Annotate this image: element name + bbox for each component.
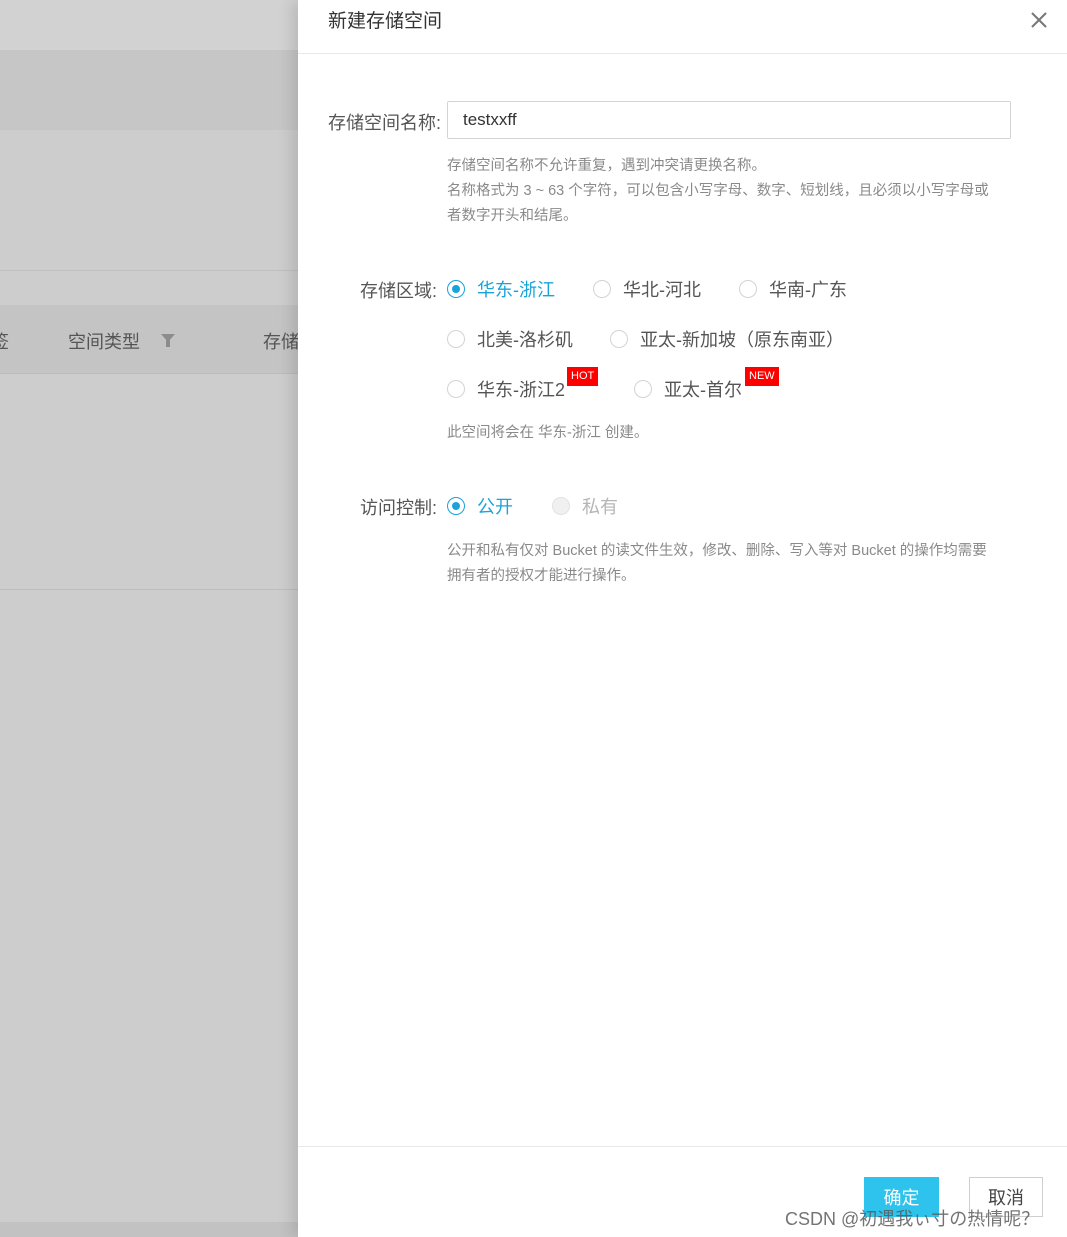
radio-unchecked-icon [634,380,652,398]
region-option-label: 华南-广东 [769,280,847,300]
region-label: 存储区域: [360,281,438,301]
bucket-name-hint-1: 存储空间名称不允许重复，遇到冲突请更换名称。 [447,158,766,174]
access-control-label: 访问控制: [360,498,438,518]
access-option-label: 私有 [582,497,618,517]
access-hint-2: 拥有者的授权才能进行操作。 [447,568,636,584]
access-option-private[interactable]: 私有 [552,492,618,520]
region-option-na-los-angeles[interactable]: 北美-洛杉矶 [447,325,573,353]
background-table-header [0,305,298,374]
region-option-east-zhejiang-2[interactable]: 华东-浙江2 [447,375,565,403]
radio-unchecked-icon [610,330,628,348]
radio-unchecked-icon [593,280,611,298]
close-icon[interactable] [1029,10,1049,30]
region-option-label: 北美-洛杉矶 [477,330,573,350]
radio-checked-icon [447,497,465,515]
bucket-name-hint-2: 名称格式为 3 ~ 63 个字符，可以包含小写字母、数字、短划线，且必须以小写字… [447,183,989,199]
radio-checked-icon [447,280,465,298]
bucket-name-label: 存储空间名称: [328,113,442,133]
region-option-south-guangdong[interactable]: 华南-广东 [739,275,847,303]
background-top-bar [0,0,298,50]
background-panel [0,130,298,271]
bucket-name-hint-3: 者数字开头和结尾。 [447,208,578,224]
radio-unchecked-icon [739,280,757,298]
watermark: CSDN @初遇我ぃ寸の热情呢？ [785,1209,1040,1229]
region-note: 此空间将会在 华东-浙江 创建。 [447,425,649,441]
create-bucket-drawer: 新建存储空间 存储空间名称: 存储空间名称不允许重复，遇到冲突请更换名称。 名称… [298,0,1067,1237]
radio-unchecked-icon [447,330,465,348]
region-option-label: 亚太-新加坡（原东南亚） [640,330,844,350]
access-option-public[interactable]: 公开 [447,492,513,520]
new-badge: NEW [745,367,779,386]
footer-divider [298,1146,1067,1147]
background-divider [0,589,298,590]
column-header-storage: 存储 [263,332,299,352]
region-option-east-zhejiang[interactable]: 华东-浙江 [447,275,555,303]
background-band [0,50,298,130]
column-header-space-type: 空间类型 [68,332,140,352]
region-option-ap-seoul[interactable]: 亚太-首尔 [634,375,742,403]
region-option-label: 亚太-首尔 [664,380,742,400]
drawer-title: 新建存储空间 [328,11,443,32]
region-option-label: 华东-浙江2 [477,380,566,400]
region-option-label: 华东-浙江 [477,280,555,300]
column-header-tag: 签 [0,328,9,354]
filter-icon-stem [166,340,170,347]
region-option-north-hebei[interactable]: 华北-河北 [593,275,701,303]
hot-badge: HOT [567,367,599,386]
background-bottom-shade [0,1222,298,1237]
access-hint-1: 公开和私有仅对 Bucket 的读文件生效，修改、删除、写入等对 Bucket … [447,543,987,559]
radio-disabled-icon [552,497,570,515]
region-option-label: 华北-河北 [623,280,701,300]
access-option-label: 公开 [477,497,513,517]
bucket-name-input[interactable] [447,101,1011,139]
header-divider [298,53,1067,54]
radio-unchecked-icon [447,380,465,398]
region-option-ap-singapore[interactable]: 亚太-新加坡（原东南亚） [610,325,844,353]
